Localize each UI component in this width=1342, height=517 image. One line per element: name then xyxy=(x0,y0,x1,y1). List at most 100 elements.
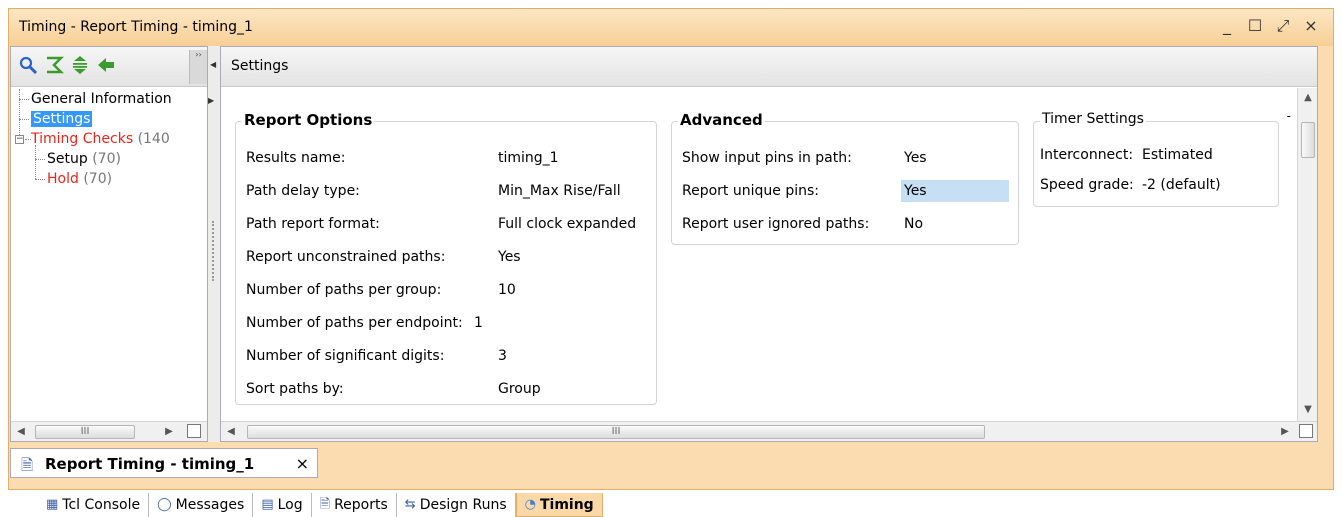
close-icon[interactable]: × xyxy=(1303,16,1319,36)
option-value[interactable]: Full clock expanded xyxy=(498,213,636,235)
tree-item-settings[interactable]: Settings xyxy=(31,109,93,129)
float-icon[interactable]: ⤢ xyxy=(1275,16,1291,36)
tree-item-setup[interactable]: Setup (70) xyxy=(47,149,121,169)
report-tree: General Information Settings − Timing Ch… xyxy=(11,89,207,421)
option-value[interactable]: timing_1 xyxy=(498,147,559,169)
settings-title: Settings xyxy=(231,58,289,74)
option-row: Show input pins in path: Yes xyxy=(682,147,927,169)
scroll-thumb[interactable]: III xyxy=(247,425,985,439)
tree-item-general-information[interactable]: General Information xyxy=(31,89,172,109)
tab-log[interactable]: ▤ Log xyxy=(253,493,312,517)
option-value[interactable]: Min_Max Rise/Fall xyxy=(498,180,621,202)
log-icon: ▤ xyxy=(261,497,274,512)
window-controls: _ ☐ ⤢ × xyxy=(1219,16,1319,36)
panel-splitter[interactable]: ◀ ▶ xyxy=(208,46,220,442)
option-value[interactable]: Yes xyxy=(904,147,927,169)
scroll-thumb[interactable] xyxy=(1301,122,1315,158)
collapse-left-icon[interactable]: ◀ xyxy=(210,60,216,69)
option-row: Report unique pins: Yes xyxy=(682,180,1009,202)
bottom-tab-bar: ▦ Tcl Console ◯ Messages ▤ Log 🗎 Reports… xyxy=(38,493,603,517)
tab-timing[interactable]: ◔ Timing xyxy=(515,493,603,517)
option-label: Report user ignored paths: xyxy=(682,216,870,232)
option-label: Report unconstrained paths: xyxy=(246,249,446,265)
corner-icon xyxy=(1299,424,1313,438)
tree-item-label: Settings xyxy=(31,111,93,127)
report-options-title: Report Options xyxy=(242,111,375,129)
tree-item-count: (70) xyxy=(92,151,121,167)
scroll-left-icon[interactable]: ◀ xyxy=(223,424,239,440)
splitter-grip[interactable] xyxy=(212,221,214,281)
scroll-right-icon[interactable]: ▶ xyxy=(161,424,177,440)
window-title: Timing - Report Timing - timing_1 xyxy=(19,19,253,35)
settings-horizontal-scrollbar[interactable]: ◀ III ▶ xyxy=(221,421,1317,441)
tree-toolbar: ›› xyxy=(11,47,207,87)
scroll-down-icon[interactable]: ▼ xyxy=(1300,404,1316,415)
option-row: Path report format: Full clock expanded xyxy=(246,213,636,235)
option-value[interactable]: 3 xyxy=(498,345,507,367)
tree-horizontal-scrollbar[interactable]: ◀ III ▶ xyxy=(11,421,207,441)
console-icon: ▦ xyxy=(46,497,59,512)
option-label: Path report format: xyxy=(246,216,380,232)
tab-messages[interactable]: ◯ Messages xyxy=(149,493,254,517)
back-icon[interactable] xyxy=(95,55,117,77)
tab-label: Log xyxy=(277,497,303,513)
tree-panel: ›› General Information Settings − Timing… xyxy=(10,46,208,442)
tree-item-hold[interactable]: Hold (70) xyxy=(47,169,112,189)
close-icon[interactable]: × xyxy=(296,454,309,473)
settings-vertical-scrollbar[interactable]: ▲ ▼ xyxy=(1297,88,1317,421)
tree-item-count: (140 xyxy=(137,131,170,147)
scroll-left-icon[interactable]: ◀ xyxy=(13,424,29,440)
option-row: Report unconstrained paths: Yes xyxy=(246,246,521,268)
tree-item-label: Hold xyxy=(47,171,79,187)
message-icon: ◯ xyxy=(157,497,172,512)
advanced-title: Advanced xyxy=(678,111,765,129)
timer-settings-title: Timer Settings xyxy=(1040,111,1146,127)
scroll-thumb[interactable]: III xyxy=(35,425,135,439)
option-row: Path delay type: Min_Max Rise/Fall xyxy=(246,180,621,202)
option-row: Report user ignored paths: No xyxy=(682,213,923,235)
report-document-tab[interactable]: 🗎 Report Timing - timing_1 × xyxy=(10,448,318,478)
document-icon: 🗎 xyxy=(21,456,34,474)
tab-tcl-console[interactable]: ▦ Tcl Console xyxy=(38,493,150,517)
maximize-icon[interactable]: ☐ xyxy=(1247,16,1263,36)
option-row: Results name: timing_1 xyxy=(246,147,559,169)
option-value[interactable]: 1 xyxy=(474,312,483,334)
scroll-right-icon[interactable]: ▶ xyxy=(1277,424,1293,440)
expand-icon[interactable] xyxy=(69,55,91,77)
report-options-group: Report Options Results name: timing_1 Pat… xyxy=(235,111,657,405)
design-runs-icon: ⇆ xyxy=(404,497,416,512)
option-label: Results name: xyxy=(246,150,346,166)
tree-item-label: Timing Checks xyxy=(31,131,134,147)
option-value[interactable]: 10 xyxy=(498,279,516,301)
sum-icon[interactable] xyxy=(43,55,65,77)
tab-design-runs[interactable]: ⇆ Design Runs xyxy=(396,493,516,517)
tab-label: Messages xyxy=(175,497,245,513)
expand-right-icon[interactable]: ▶ xyxy=(208,96,214,105)
title-bar[interactable]: Timing - Report Timing - timing_1 _ ☐ ⤢ … xyxy=(9,9,1333,46)
option-row: Number of paths per endpoint: 1 xyxy=(246,312,483,334)
option-label: Sort paths by: xyxy=(246,381,344,397)
toolbar-overflow-icon[interactable]: ›› xyxy=(189,50,207,84)
collapse-icon[interactable]: − xyxy=(15,135,24,144)
tree-item-label: Setup xyxy=(47,151,88,167)
option-value-selected[interactable]: Yes xyxy=(901,180,1009,202)
option-value[interactable]: Group xyxy=(498,378,541,400)
tab-label: Design Runs xyxy=(419,497,507,513)
tree-item-timing-checks[interactable]: Timing Checks (140 xyxy=(31,129,170,149)
tab-reports[interactable]: 🗎 Reports xyxy=(311,493,397,517)
search-icon[interactable] xyxy=(17,55,39,77)
dash-marker: - xyxy=(1286,109,1291,123)
option-value[interactable]: Estimated xyxy=(1142,144,1213,166)
minimize-icon[interactable]: _ xyxy=(1219,16,1235,36)
option-value[interactable]: Yes xyxy=(498,246,521,268)
option-value[interactable]: No xyxy=(904,213,923,235)
corner-icon xyxy=(187,424,201,438)
option-row: Number of significant digits: 3 xyxy=(246,345,507,367)
settings-panel: Settings Report Options Results name: tim… xyxy=(220,46,1318,442)
tab-label: Reports xyxy=(334,497,388,513)
option-label: Path delay type: xyxy=(246,183,360,199)
scroll-up-icon[interactable]: ▲ xyxy=(1300,92,1316,103)
option-label: Number of significant digits: xyxy=(246,348,445,364)
option-value[interactable]: -2 (default) xyxy=(1142,174,1221,196)
option-label: Number of paths per group: xyxy=(246,282,442,298)
